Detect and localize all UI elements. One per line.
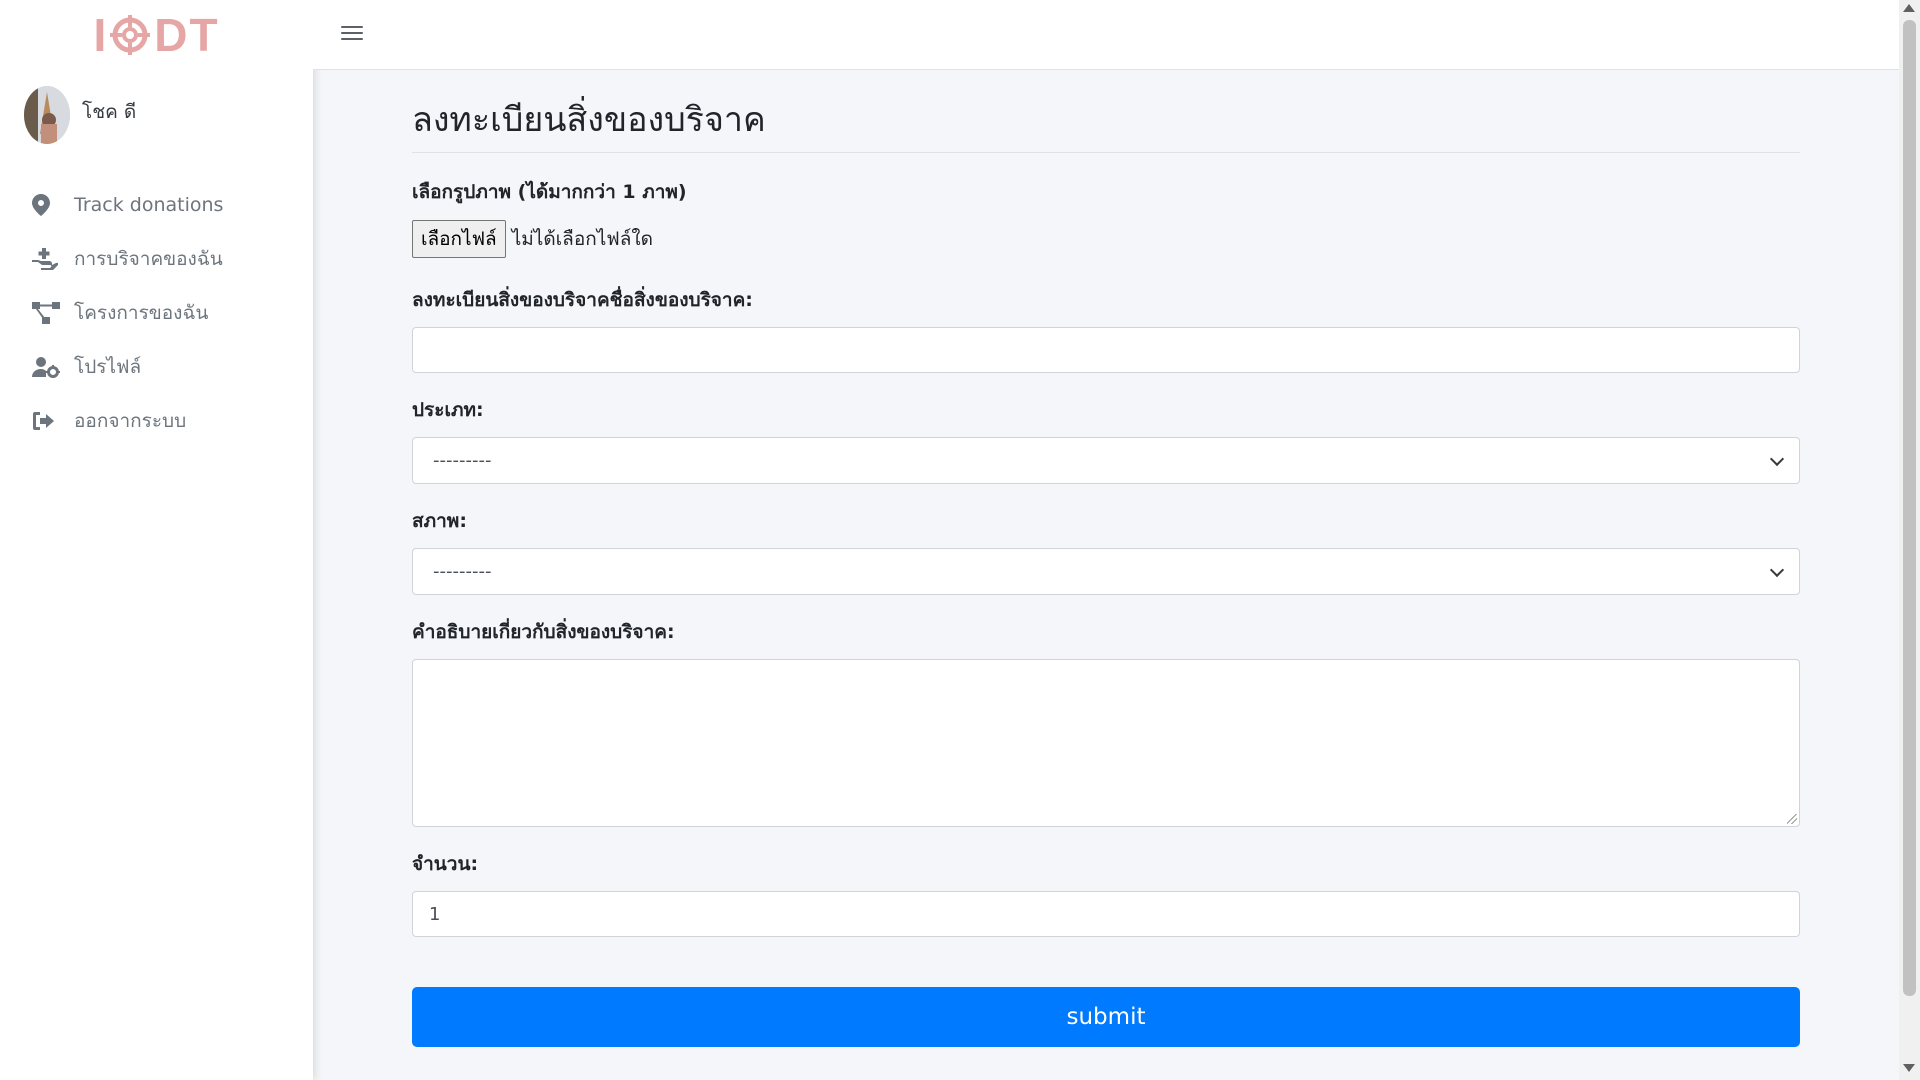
hamburger-icon[interactable]: [341, 22, 363, 44]
scroll-down-arrow-icon[interactable]: [1903, 1064, 1915, 1072]
sidebar-item-label: Track donations: [74, 194, 224, 216]
image-label: เลือกรูปภาพ (ได้มากกว่า 1 ภาพ): [412, 181, 687, 203]
map-marker-icon: [32, 193, 62, 217]
sidebar-item-logout[interactable]: ออกจากระบบ: [0, 394, 313, 448]
project-diagram-icon: [32, 301, 62, 325]
quantity-label: จำนวน:: [412, 853, 479, 875]
user-panel[interactable]: โชค ดี: [0, 70, 313, 164]
name-field-group: ลงทะเบียนสิ่งของบริจาคชื่อสิ่งของบริจาค:: [412, 285, 1800, 373]
quantity-field-group: จำนวน:: [412, 849, 1800, 937]
sidebar-item-profile[interactable]: โปรไฟล์: [0, 340, 313, 394]
type-field-group: ประเภท: ---------: [412, 395, 1800, 484]
page-title: ลงทะเบียนสิ่งของบริจาค: [412, 100, 766, 140]
sign-out-icon: [32, 409, 62, 433]
choose-file-button[interactable]: เลือกไฟล์: [412, 220, 506, 258]
type-select-value: ---------: [433, 450, 492, 471]
image-field-group: เลือกรูปภาพ (ได้มากกว่า 1 ภาพ) เลือกไฟล์…: [412, 177, 1800, 258]
condition-label: สภาพ:: [412, 510, 467, 532]
avatar[interactable]: [24, 86, 70, 144]
main-content: ลงทะเบียนสิ่งของบริจาค เลือกรูปภาพ (ได้ม…: [412, 70, 1800, 1047]
user-name[interactable]: โชค ดี: [82, 97, 136, 127]
type-label: ประเภท:: [412, 399, 484, 421]
item-name-input[interactable]: [412, 327, 1800, 373]
item-name-label: ลงทะเบียนสิ่งของบริจาคชื่อสิ่งของบริจาค:: [412, 289, 753, 311]
quantity-input[interactable]: [412, 891, 1800, 937]
scroll-up-arrow-icon[interactable]: [1903, 4, 1915, 12]
description-textarea[interactable]: [412, 659, 1800, 827]
file-status: ไม่ได้เลือกไฟล์ใด: [511, 228, 653, 250]
title-divider: [412, 152, 1800, 153]
condition-select[interactable]: ---------: [412, 548, 1800, 595]
sidebar-item-track-donations[interactable]: Track donations: [0, 178, 313, 232]
sidebar-item-label: การบริจาคของฉัน: [74, 248, 223, 270]
sidebar: I DT โชค ดี Track donations การบริจาคของ…: [0, 0, 313, 1080]
description-field-group: คำอธิบายเกี่ยวกับสิ่งของบริจาค:: [412, 617, 1800, 827]
condition-select-value: ---------: [433, 561, 492, 582]
target-icon: [110, 15, 151, 55]
sidebar-item-label: โครงการของฉัน: [74, 302, 209, 324]
sidebar-item-my-donations[interactable]: การบริจาคของฉัน: [0, 232, 313, 286]
vertical-scrollbar[interactable]: [1899, 0, 1920, 1080]
brand-logo: I DT: [93, 9, 220, 61]
scroll-thumb[interactable]: [1903, 20, 1916, 996]
hand-holding-plus-icon: [32, 247, 62, 271]
user-cog-icon: [32, 355, 62, 379]
sidebar-item-label: ออกจากระบบ: [74, 410, 187, 432]
sidebar-item-my-projects[interactable]: โครงการของฉัน: [0, 286, 313, 340]
submit-button[interactable]: submit: [412, 987, 1800, 1047]
condition-field-group: สภาพ: ---------: [412, 506, 1800, 595]
type-select[interactable]: ---------: [412, 437, 1800, 484]
resize-grip-icon[interactable]: [1787, 814, 1797, 824]
sidebar-item-label: โปรไฟล์: [74, 356, 142, 378]
brand[interactable]: I DT: [0, 0, 313, 70]
description-label: คำอธิบายเกี่ยวกับสิ่งของบริจาค:: [412, 621, 675, 643]
topbar: [313, 0, 1899, 70]
sidebar-nav: Track donations การบริจาคของฉัน โครงการข…: [0, 178, 313, 448]
